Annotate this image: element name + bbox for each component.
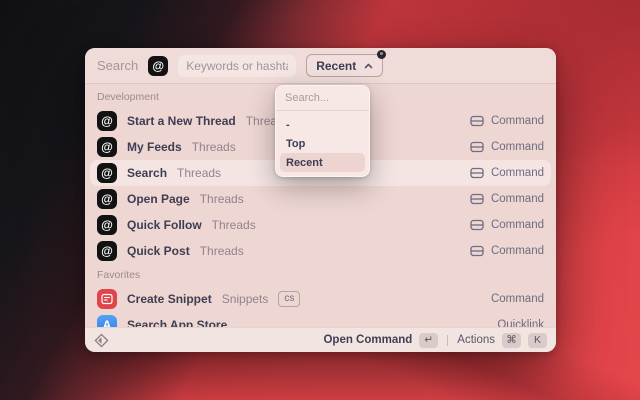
command-name-label: Search [97, 58, 138, 73]
threads-icon: @ [97, 163, 117, 183]
item-title: Search [127, 166, 167, 180]
sort-dropdown-menu: - Top Recent [275, 85, 370, 177]
item-title: My Feeds [127, 140, 182, 154]
item-type-label: Command [491, 193, 544, 205]
enter-key-badge: ↵ [419, 333, 438, 348]
threads-icon: @ [97, 111, 117, 131]
dropdown-search-input[interactable] [276, 86, 369, 111]
item-type-label: Command [491, 219, 544, 231]
item-title: Create Snippet [127, 292, 212, 306]
item-type-label: Command [491, 141, 544, 153]
k-key-badge: K [528, 333, 547, 348]
item-subtitle: Threads [200, 244, 244, 258]
item-title: Quick Follow [127, 218, 202, 232]
item-title: Quick Post [127, 244, 190, 258]
threads-icon: @ [97, 137, 117, 157]
command-type-icon [470, 167, 484, 179]
item-title: Start a New Thread [127, 114, 236, 128]
command-type-icon [470, 245, 484, 257]
raycast-logo-icon [94, 333, 109, 348]
list-item[interactable]: Create Snippet Snippets cs Command [90, 286, 551, 312]
item-subtitle: Threads [200, 192, 244, 206]
item-title: Open Page [127, 192, 190, 206]
item-type-label: Command [491, 115, 544, 127]
actions-button[interactable]: Actions [457, 334, 495, 346]
dropdown-option-dash[interactable]: - [280, 115, 365, 134]
footer-divider [447, 335, 448, 346]
dropdown-option-recent[interactable]: Recent [280, 153, 365, 172]
command-palette-window: Search @ Recent Development @ Start a Ne… [85, 48, 556, 352]
threads-icon: @ [148, 56, 168, 76]
item-type-label: Command [491, 245, 544, 257]
list-item[interactable]: @ Quick Follow Threads Command [90, 212, 551, 238]
notification-dot [377, 50, 386, 59]
item-type-label: Quicklink [497, 319, 544, 327]
chevron-up-icon [364, 63, 373, 69]
item-subtitle: Threads [192, 140, 236, 154]
dropdown-value: Recent [316, 59, 356, 73]
threads-icon: @ [97, 189, 117, 209]
primary-action-label[interactable]: Open Command [323, 334, 412, 346]
item-subtitle: Threads [212, 218, 256, 232]
item-subtitle: Threads [177, 166, 221, 180]
command-type-icon [470, 193, 484, 205]
item-type-label: Command [491, 293, 544, 305]
sort-dropdown-button[interactable]: Recent [306, 54, 383, 77]
item-type-label: Command [491, 167, 544, 179]
list-item[interactable]: @ Quick Post Threads Command [90, 238, 551, 264]
threads-icon: @ [97, 215, 117, 235]
item-subtitle: Snippets [222, 292, 269, 306]
dropdown-option-top[interactable]: Top [280, 134, 365, 153]
command-type-icon [470, 115, 484, 127]
snippets-icon [97, 289, 117, 309]
search-bar: Search @ Recent [85, 48, 556, 84]
list-item[interactable]: A Search App Store Quicklink [90, 312, 551, 327]
app-store-icon: A [97, 315, 117, 327]
command-type-icon [470, 141, 484, 153]
cmd-key-badge: ⌘ [502, 333, 521, 348]
alias-badge: cs [278, 291, 300, 307]
item-title: Search App Store [127, 318, 227, 327]
section-header-favorites: Favorites [90, 264, 551, 286]
action-bar: Open Command ↵ Actions ⌘ K [85, 327, 556, 352]
threads-icon: @ [97, 241, 117, 261]
command-type-icon [470, 219, 484, 231]
search-input[interactable] [178, 55, 296, 77]
list-item[interactable]: @ Open Page Threads Command [90, 186, 551, 212]
